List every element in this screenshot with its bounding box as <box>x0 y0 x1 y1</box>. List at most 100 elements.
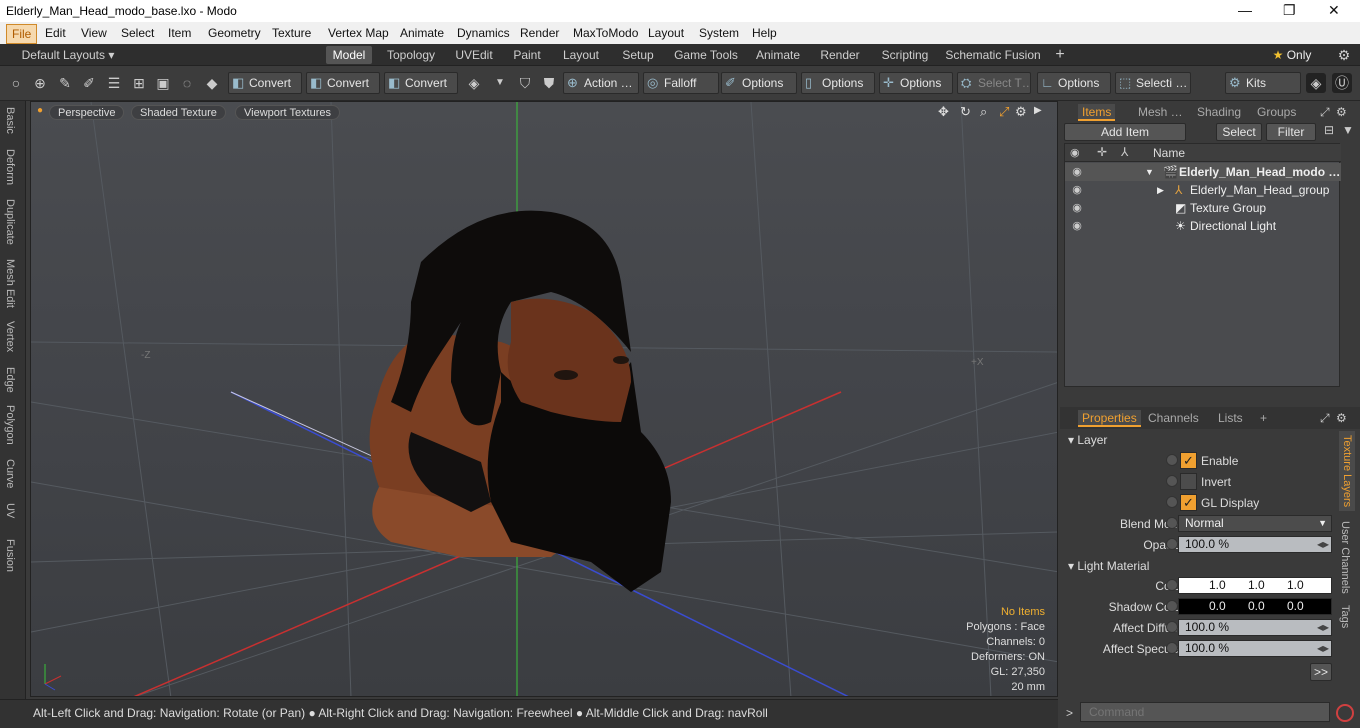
menu-view[interactable]: View <box>81 26 107 40</box>
menu-texture[interactable]: Texture <box>272 26 311 40</box>
color-knob[interactable] <box>1166 579 1178 591</box>
tab-tags[interactable]: Tags <box>1339 605 1351 628</box>
shield-icon[interactable]: ⛉ <box>515 73 535 93</box>
menu-render[interactable]: Render <box>520 26 559 40</box>
tab-deform[interactable]: Deform <box>4 149 16 185</box>
tab-schematic-fusion[interactable]: Schematic Fusion <box>944 46 1042 64</box>
tab-shading[interactable]: Shading <box>1197 104 1241 121</box>
tab-mesh[interactable]: Mesh … <box>1138 104 1183 121</box>
item-row-texture-group[interactable]: ◉ ◩ Texture Group <box>1065 199 1341 217</box>
view-mode-selector[interactable]: Perspective <box>49 105 125 120</box>
item-row-group[interactable]: ◉ ▶ ⅄ Elderly_Man_Head_group <box>1065 181 1341 199</box>
unity-icon[interactable]: ◈ <box>1306 73 1326 93</box>
enable-knob[interactable] <box>1166 454 1178 466</box>
tab-lists[interactable]: Lists <box>1218 410 1243 427</box>
add-item-button[interactable]: Add Item <box>1064 123 1186 141</box>
tab-polygon[interactable]: Polygon <box>4 405 16 445</box>
menu-dynamics[interactable]: Dynamics <box>457 26 510 40</box>
menu-vertex-map[interactable]: Vertex Map <box>328 26 389 40</box>
record-icon[interactable] <box>1336 704 1354 722</box>
menu-file[interactable]: File <box>6 24 38 44</box>
menu-edit[interactable]: Edit <box>45 26 66 40</box>
kits-button[interactable]: ⚙ Kits <box>1225 72 1301 94</box>
shading-selector[interactable]: Shaded Texture <box>131 105 226 120</box>
gl-display-knob[interactable] <box>1166 496 1178 508</box>
affect-specular-field[interactable]: 100.0 % ◂▸ <box>1178 640 1332 657</box>
circle-select-icon[interactable]: ○ <box>6 73 26 93</box>
tab-items[interactable]: Items <box>1078 104 1116 121</box>
shadow-color-knob[interactable] <box>1166 600 1178 612</box>
add-tab-button[interactable]: + <box>1050 46 1070 64</box>
tab-properties[interactable]: Properties <box>1078 410 1141 427</box>
visibility-icon[interactable]: ◉ <box>1068 181 1086 199</box>
expand-arrow-icon[interactable]: ▶ <box>1157 181 1164 199</box>
menu-layout[interactable]: Layout <box>648 26 684 40</box>
menu-system[interactable]: System <box>699 26 739 40</box>
more-button[interactable]: >> <box>1310 663 1332 681</box>
tab-duplicate[interactable]: Duplicate <box>4 199 16 245</box>
item-row-scene[interactable]: ◉ ▼ 🎬 Elderly_Man_Head_modo … <box>1065 163 1341 181</box>
item-row-light[interactable]: ◉ ☀ Directional Light <box>1065 217 1341 235</box>
tab-basic[interactable]: Basic <box>4 107 16 134</box>
menu-animate[interactable]: Animate <box>400 26 444 40</box>
select-through-button[interactable]: ⛭ Select T… <box>957 72 1031 94</box>
layer-section-header[interactable]: ▾ Layer <box>1068 433 1107 447</box>
gl-display-checkbox[interactable]: ✓ <box>1180 494 1197 511</box>
command-input[interactable] <box>1080 702 1330 722</box>
globe-icon[interactable]: ⊕ <box>30 73 50 93</box>
tab-texture-layers[interactable]: Texture Layers <box>1339 431 1355 512</box>
blend-mode-knob[interactable] <box>1166 517 1178 529</box>
viewport-more-arrow-icon[interactable]: ▶ <box>1034 105 1042 116</box>
3d-viewport[interactable]: -Z +X ● Perspective Shaded Texture Viewp… <box>30 101 1058 697</box>
tab-animate[interactable]: Animate <box>750 46 806 64</box>
move-view-icon[interactable]: ✥ <box>938 104 949 120</box>
affect-specular-knob[interactable] <box>1166 642 1178 654</box>
options-button-2[interactable]: ▯ Options <box>801 72 875 94</box>
tab-fusion[interactable]: Fusion <box>4 539 16 572</box>
invert-knob[interactable] <box>1166 475 1178 487</box>
properties-gear-icon[interactable]: ⚙ <box>1336 410 1347 427</box>
menu-help[interactable]: Help <box>752 26 777 40</box>
tab-edge[interactable]: Edge <box>4 367 16 393</box>
tab-vertex[interactable]: Vertex <box>4 321 16 352</box>
options-button-4[interactable]: ∟ Options <box>1037 72 1111 94</box>
tab-uvedit[interactable]: UVEdit <box>450 46 498 64</box>
color-field[interactable]: 1.0 1.0 1.0 <box>1178 577 1332 594</box>
tab-topology[interactable]: Topology <box>380 46 442 64</box>
menu-item[interactable]: Item <box>168 26 191 40</box>
rotate-view-icon[interactable]: ↻ <box>960 104 971 120</box>
tab-channels[interactable]: Channels <box>1148 410 1199 427</box>
options-button-1[interactable]: ✐ Options <box>721 72 797 94</box>
opacity-knob[interactable] <box>1166 538 1178 550</box>
chevron-down-icon[interactable]: ▼ <box>490 73 510 93</box>
fit-view-icon[interactable]: ⤢ <box>999 104 1009 120</box>
menu-maxtomodo[interactable]: MaxToModo <box>573 26 638 40</box>
cube-icon[interactable]: ◆ <box>202 73 222 93</box>
enable-checkbox[interactable]: ✓ <box>1180 452 1197 469</box>
options-button-3[interactable]: ✛ Options <box>879 72 953 94</box>
tab-paint[interactable]: Paint <box>506 46 548 64</box>
ring-icon[interactable]: ◌ <box>177 73 197 93</box>
tab-layout[interactable]: Layout <box>556 46 606 64</box>
gear-icon[interactable]: ⚙ <box>1334 46 1354 64</box>
tab-model[interactable]: Model <box>326 46 372 64</box>
viewport-menu-dot-icon[interactable]: ● <box>37 105 43 116</box>
convert-button-1[interactable]: ◧ Convert <box>228 72 302 94</box>
tab-scripting[interactable]: Scripting <box>874 46 936 64</box>
funnel-icon[interactable]: ▼ <box>1342 123 1354 137</box>
tab-mesh-edit[interactable]: Mesh Edit <box>4 259 16 308</box>
expand-arrow-icon[interactable]: ▼ <box>1145 163 1154 181</box>
filter-button[interactable]: Filter <box>1266 123 1316 141</box>
maximize-button[interactable]: ❐ <box>1283 2 1296 19</box>
visibility-icon[interactable]: ◉ <box>1068 163 1086 181</box>
action-center-button[interactable]: ⊕ Action … <box>563 72 639 94</box>
visibility-icon[interactable]: ◉ <box>1068 199 1086 217</box>
selection-sets-button[interactable]: ⬚ Selecti … <box>1115 72 1191 94</box>
light-material-section-header[interactable]: ▾ Light Material <box>1068 559 1149 573</box>
tab-curve[interactable]: Curve <box>4 459 16 488</box>
affect-diffuse-knob[interactable] <box>1166 621 1178 633</box>
only-toggle[interactable]: ★ Only <box>1262 46 1322 64</box>
invert-checkbox[interactable] <box>1180 473 1197 490</box>
tab-setup[interactable]: Setup <box>614 46 662 64</box>
properties-expand-icon[interactable]: ⤢ <box>1320 410 1330 427</box>
